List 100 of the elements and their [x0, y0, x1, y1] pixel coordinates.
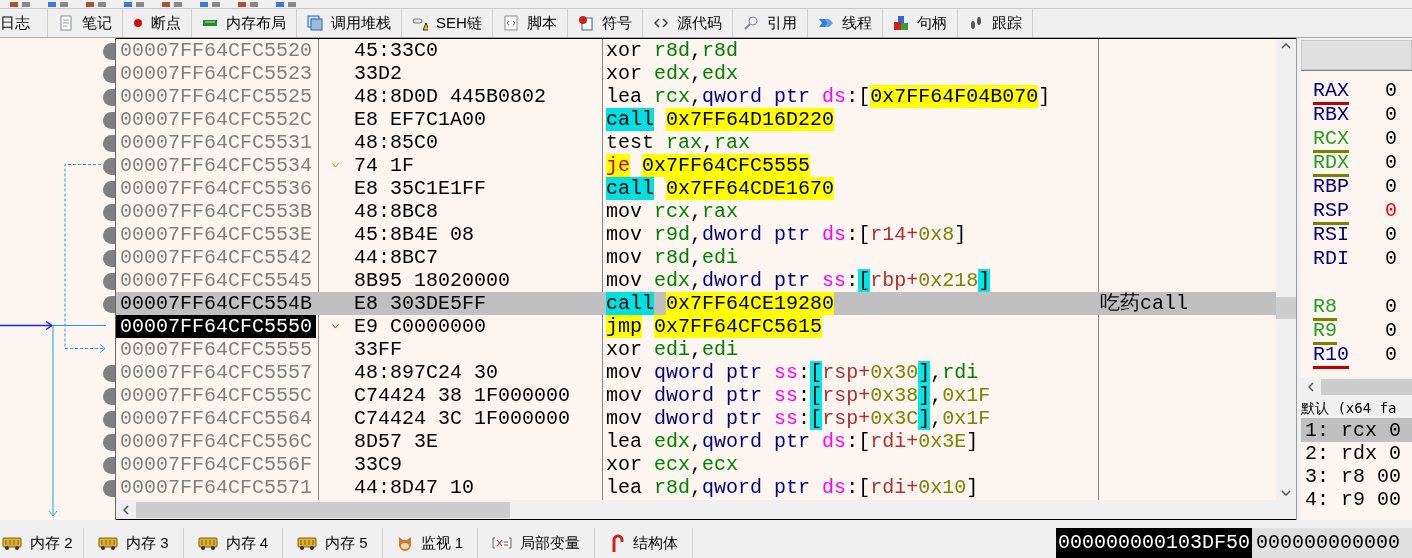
breakpoint-marker[interactable]	[103, 112, 115, 129]
register-name[interactable]: R10	[1313, 343, 1385, 367]
search-icon	[742, 15, 759, 31]
instruction-cell-text: test rax,rax	[605, 131, 752, 154]
disassembly-row[interactable]: 00007FF64CFC5536 E8 35C1E1FF call 0x7FF64CDE1670	[116, 177, 1276, 200]
disassembly-row[interactable]: 00007FF64CFC5534 74 1F je 0x7FF64CFC5555	[116, 154, 1276, 177]
address-cell-text: 00007FF64CFC556C	[119, 430, 314, 453]
breakpoint-marker[interactable]	[103, 158, 115, 175]
argument-row[interactable]: 3: r8 00	[1301, 465, 1412, 488]
disassembly-row[interactable]: 00007FF64CFC556F 33C9 xor ecx,ecx	[116, 453, 1276, 476]
truck-icon	[297, 535, 318, 551]
instruction-cell-text: xor edi,edi	[605, 338, 740, 361]
address-cell-text: 00007FF64CFC5542	[119, 246, 314, 269]
address-cell-text: 00007FF64CFC553B	[119, 200, 314, 223]
disassembly-row[interactable]: 00007FF64CFC5545 8B95 18020000 mov edx,dword ptr ss:[rbp+0x218]	[116, 269, 1276, 292]
scroll-left-icon[interactable]	[1308, 382, 1314, 392]
disassembly-row[interactable]: 00007FF64CFC5531 48:85C0 test rax,rax	[116, 131, 1276, 154]
breakpoint-marker[interactable]	[103, 181, 115, 198]
address-cell-text: 00007FF64CFC5536	[119, 177, 314, 200]
panel-tab[interactable]: 局部变量	[478, 528, 596, 558]
panel-tab[interactable]: 内存 5	[283, 528, 383, 558]
bytes-cell-text: 8B95 18020000	[354, 269, 512, 292]
breakpoint-marker[interactable]	[103, 89, 115, 106]
breakpoint-marker[interactable]	[103, 66, 115, 83]
scroll-thumb[interactable]	[1276, 297, 1296, 319]
disassembly-row[interactable]: 00007FF64CFC5525 48:8D0D 445B0802 lea rcx,qword ptr ds:[0x7FF64F04B070]	[116, 85, 1276, 108]
register-value: 0	[1385, 319, 1397, 343]
panel-tab[interactable]: 结构体	[595, 528, 694, 558]
breakpoint-marker[interactable]	[103, 250, 115, 267]
panel-tab[interactable]: 内存 4	[183, 528, 284, 558]
register-value: 0	[1385, 247, 1397, 271]
scroll-thumb[interactable]	[136, 501, 510, 518]
breakpoint-marker[interactable]	[103, 227, 115, 244]
bytes-cell-text: 44:8D47 10	[354, 476, 476, 499]
disassembly-row[interactable]: 00007FF64CFC5523 33D2 xor edx,edx	[116, 62, 1276, 85]
bytes-cell-text: 48:8D0D 445B0802	[354, 85, 548, 108]
scroll-left-icon[interactable]	[123, 504, 129, 515]
truck-icon	[98, 535, 118, 551]
instruction-cell-text: jmp 0x7FF64CFC5615	[605, 315, 824, 338]
address-cell: 00007FF64CFC5550	[116, 315, 316, 338]
breakpoint-marker[interactable]	[103, 204, 115, 221]
breakpoint-marker[interactable]	[103, 480, 115, 497]
instruction-cell-text: je 0x7FF64CFC5555	[605, 154, 812, 177]
scroll-up-icon[interactable]	[1281, 43, 1291, 49]
scroll-thumb[interactable]	[1321, 379, 1412, 395]
panel-tab[interactable]: 内存 2	[0, 528, 84, 558]
disassembly-row[interactable]: 00007FF64CFC5520 45:33C0 xor r8d,r8d	[116, 39, 1276, 62]
register-name[interactable]: RBX	[1313, 103, 1385, 127]
address-cell-text: 00007FF64CFC5523	[119, 62, 314, 85]
bytes-cell-text: 48:85C0	[354, 131, 439, 154]
disassembly-row[interactable]: 00007FF64CFC555C C74424 38 1F000000 mov dword ptr ss:[rsp+0x38],0x1F	[116, 384, 1276, 407]
truck-icon	[2, 535, 22, 551]
argument-row[interactable]: 4: r9 00	[1301, 488, 1412, 511]
bytes-cell-text: 8D57 3E	[354, 430, 439, 453]
instruction-cell-text: call 0x7FF64CE19280	[605, 292, 836, 315]
comment-cell-text: 吃药call	[1099, 292, 1188, 315]
address-cell-text: 00007FF64CFC5555	[119, 338, 314, 361]
disassembly-row[interactable]: 00007FF64CFC5550 E9 C0000000 jmp 0x7FF64CFC5615	[116, 315, 1276, 338]
instruction-cell-text: mov qword ptr ss:[rsp+0x30],rdi	[605, 361, 980, 384]
register-name[interactable]: RSP	[1313, 199, 1385, 223]
vertical-scrollbar[interactable]	[1276, 39, 1296, 500]
argument-row[interactable]: 2: rdx 0	[1301, 442, 1412, 465]
instruction-cell-text: mov r9d,dword ptr ds:[r14+0x8]	[605, 223, 968, 246]
bytes-cell-text: C74424 3C 1F000000	[354, 407, 572, 430]
scroll-down-icon[interactable]	[1281, 490, 1291, 496]
breakpoint-icon	[133, 18, 143, 28]
breakpoint-marker[interactable]	[103, 365, 115, 382]
panel-tab[interactable]: 日志	[0, 9, 48, 37]
disassembly-row[interactable]: 00007FF64CFC552C E8 EF7C1A00 call 0x7FF64D16D220	[116, 108, 1276, 131]
disassembly-row[interactable]: 00007FF64CFC554B E8 303DE5FF call 0x7FF64CE19280 吃药call	[116, 292, 1276, 315]
disassembly-row[interactable]: 00007FF64CFC5564 C74424 3C 1F000000 mov dword ptr ss:[rsp+0x3C],0x1F	[116, 407, 1276, 430]
breakpoint-marker[interactable]	[103, 434, 115, 451]
stack-address-cell: 000000000103DF50	[1055, 528, 1252, 558]
breakpoint-marker[interactable]	[103, 273, 115, 290]
disassembly-row[interactable]: 00007FF64CFC553E 45:8B4E 08 mov r9d,dword ptr ds:[r14+0x8]	[116, 223, 1276, 246]
breakpoint-marker[interactable]	[103, 411, 115, 428]
breakpoint-marker[interactable]	[103, 296, 115, 313]
disassembly-row[interactable]: 00007FF64CFC5542 44:8BC7 mov r8d,edi	[116, 246, 1276, 269]
register-name[interactable]: RDI	[1313, 247, 1385, 271]
disassembly-row[interactable]: 00007FF64CFC553B 48:8BC8 mov rcx,rax	[116, 200, 1276, 223]
panel-tab[interactable]: 监视 1	[382, 528, 479, 558]
register-name[interactable]: RSI	[1313, 223, 1385, 247]
register-name[interactable]: RAX	[1313, 79, 1385, 103]
address-cell-text: 00007FF64CFC554B	[119, 292, 314, 315]
bytes-cell-text: 44:8BC7	[354, 246, 439, 269]
panel-tab[interactable]: 内存 3	[84, 528, 184, 558]
disassembly-row[interactable]: 00007FF64CFC5571 44:8D47 10 lea r8d,qword ptr ds:[rdi+0x10]	[116, 476, 1276, 499]
address-cell-text: 00007FF64CFC5564	[119, 407, 314, 430]
document-ball-icon	[577, 15, 594, 31]
register-name[interactable]: RBP	[1313, 175, 1385, 199]
breakpoint-marker[interactable]	[103, 135, 115, 152]
horizontal-scrollbar[interactable]	[116, 500, 1296, 520]
disassembly-row[interactable]: 00007FF64CFC5555 33FF xor edi,edi	[116, 338, 1276, 361]
disassembly-row[interactable]: 00007FF64CFC5557 48:897C24 30 mov qword ptr ss:[rsp+0x30],rdi	[116, 361, 1276, 384]
breakpoint-marker[interactable]	[103, 388, 115, 405]
argument-row[interactable]: 1: rcx 0	[1301, 419, 1412, 442]
stacked-windows-icon	[307, 15, 323, 31]
disassembly-row[interactable]: 00007FF64CFC556C 8D57 3E lea edx,qword ptr ds:[rdi+0x3E]	[116, 430, 1276, 453]
breakpoint-marker[interactable]	[103, 43, 115, 60]
breakpoint-marker[interactable]	[103, 457, 115, 474]
